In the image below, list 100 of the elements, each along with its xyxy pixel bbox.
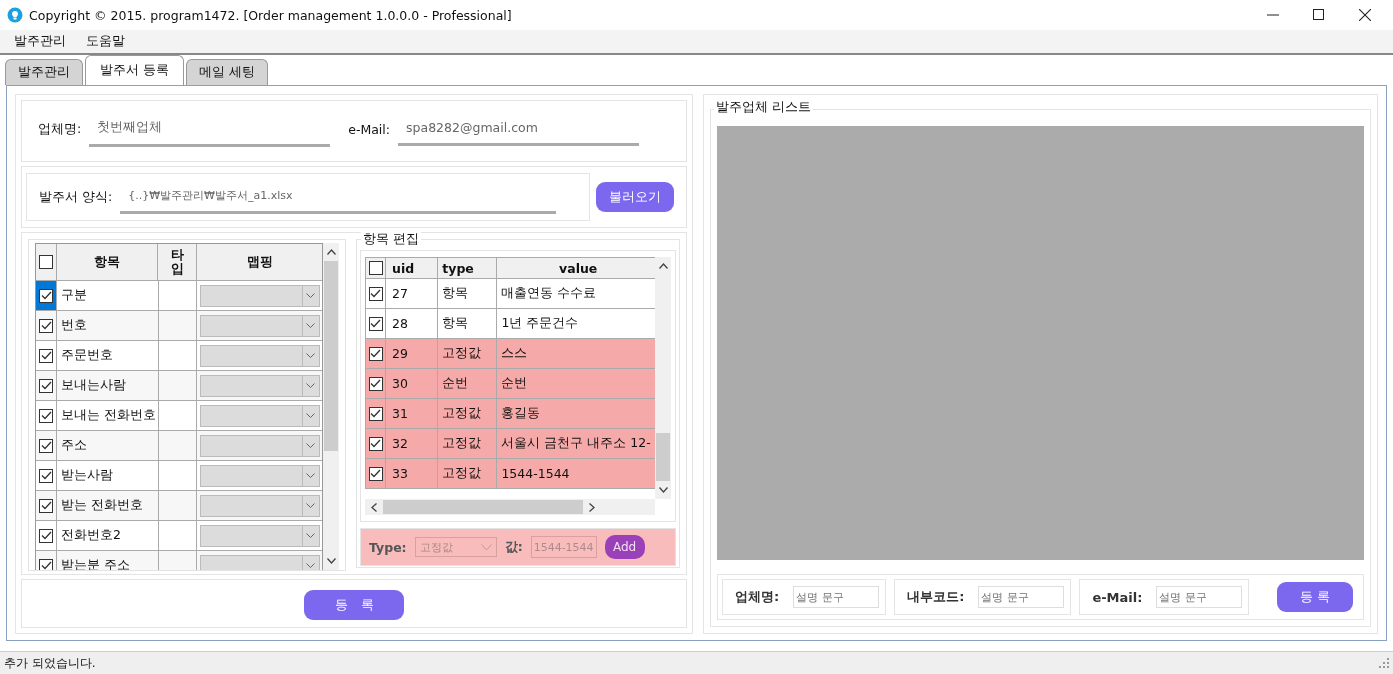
checkbox[interactable] bbox=[39, 318, 53, 333]
checkbox[interactable] bbox=[39, 255, 53, 269]
column-header[interactable]: type bbox=[438, 258, 498, 278]
table-cell: 주문번호 bbox=[57, 341, 159, 370]
table-cell: 고정값 bbox=[438, 339, 498, 368]
status-text: 추가 되었습니다. bbox=[4, 654, 96, 672]
checkbox[interactable] bbox=[368, 316, 383, 331]
checkbox[interactable] bbox=[39, 288, 53, 303]
window-title: Copyright © 2015. program1472. [Order management 1.0.0.0 - Professional] bbox=[29, 7, 512, 23]
table-row[interactable]: 27 항목 매출연동 수수료 bbox=[365, 279, 655, 309]
checkbox[interactable] bbox=[368, 286, 383, 301]
checkbox[interactable] bbox=[39, 528, 53, 543]
maximize-icon bbox=[1313, 9, 1325, 21]
email-field[interactable]: spa8282@gmail.com bbox=[398, 112, 640, 146]
register-button[interactable]: 등 록 bbox=[1277, 582, 1353, 612]
scrollbar[interactable] bbox=[655, 257, 671, 499]
checkbox[interactable] bbox=[39, 558, 53, 570]
column-header[interactable]: 항목 bbox=[57, 244, 159, 280]
table-row[interactable]: 30 순번 순번 bbox=[365, 369, 655, 399]
field-label: 업체명: bbox=[38, 120, 82, 138]
table-cell: 30 bbox=[386, 369, 439, 398]
table-row[interactable]: 32 고정값 서울시 금천구 내주소 12- bbox=[365, 429, 655, 459]
table-cell: 받는분 주소 bbox=[57, 551, 159, 570]
row-selector[interactable] bbox=[36, 461, 57, 490]
row-selector[interactable] bbox=[36, 491, 57, 520]
menu-item[interactable]: 도움말 bbox=[86, 33, 125, 50]
table-cell: 전화번호2 bbox=[57, 521, 159, 550]
caret-icon bbox=[306, 442, 316, 449]
row-selector[interactable] bbox=[36, 371, 57, 400]
table-cell-text: 스스 bbox=[500, 344, 529, 362]
scroll-thumb[interactable] bbox=[656, 433, 670, 481]
checkbox[interactable] bbox=[39, 348, 53, 363]
column-header[interactable]: uid bbox=[386, 258, 439, 278]
field-label: e-Mail: bbox=[1091, 589, 1144, 605]
table-cell-text: 순번 bbox=[500, 374, 529, 392]
row-selector[interactable] bbox=[36, 311, 57, 340]
table-row[interactable]: 33 고정값 1544-1544 bbox=[365, 459, 655, 489]
scroll-thumb[interactable] bbox=[383, 500, 583, 514]
table-cell: 보내는사람 bbox=[57, 371, 159, 400]
field-label: Type: bbox=[369, 539, 407, 555]
column-header[interactable]: 타입 bbox=[158, 244, 197, 280]
table-row[interactable]: 29 고정값 스스 bbox=[365, 339, 655, 369]
register-button[interactable]: 등 록 bbox=[304, 590, 404, 620]
caret-icon bbox=[306, 472, 316, 479]
checkbox[interactable] bbox=[39, 378, 53, 393]
table-cell-text: 1544-1544 bbox=[500, 465, 571, 483]
text-field[interactable]: 설명 문구 bbox=[793, 586, 880, 608]
field-label: 발주서 양식: bbox=[39, 188, 113, 206]
checkbox[interactable] bbox=[39, 438, 53, 453]
table-cell: 항목 bbox=[438, 309, 498, 338]
field-label: 업체명: bbox=[734, 588, 781, 606]
template-path-field[interactable]: {..}₩발주관리₩발주서_a1.xlsx bbox=[120, 180, 557, 214]
checkbox[interactable] bbox=[368, 406, 383, 421]
checkbox[interactable] bbox=[368, 346, 383, 361]
company-field[interactable]: 첫번째업체 bbox=[89, 111, 331, 147]
tab[interactable]: 발주관리 bbox=[5, 59, 83, 85]
scroll-down-icon bbox=[326, 558, 336, 564]
row-selector[interactable] bbox=[36, 401, 57, 430]
menu-item[interactable]: 발주관리 bbox=[14, 33, 66, 50]
checkbox[interactable] bbox=[368, 376, 383, 391]
checkbox[interactable] bbox=[368, 261, 383, 275]
checkbox[interactable] bbox=[39, 408, 53, 423]
checkbox[interactable] bbox=[39, 498, 53, 513]
column-header[interactable]: value bbox=[497, 258, 655, 278]
column-header[interactable]: 맵핑 bbox=[196, 244, 323, 280]
text-field[interactable]: 설명 문구 bbox=[1156, 586, 1243, 608]
scrollbar[interactable] bbox=[365, 499, 655, 515]
caret-icon bbox=[480, 543, 492, 551]
table-cell-text: 홍길동 bbox=[500, 404, 542, 422]
checkbox[interactable] bbox=[368, 466, 383, 481]
table-cell-text: 매출연동 수수료 bbox=[500, 284, 598, 302]
checkbox[interactable] bbox=[39, 468, 53, 483]
table-cell: 보내는 전화번호 bbox=[57, 401, 159, 430]
table-cell: 항목 bbox=[438, 279, 498, 308]
tab[interactable]: 메일 세팅 bbox=[186, 59, 268, 85]
field-label: 값: bbox=[504, 538, 523, 556]
row-selector[interactable] bbox=[36, 281, 57, 310]
load-button[interactable]: 불러오기 bbox=[596, 182, 674, 212]
caret-icon bbox=[306, 352, 316, 359]
text-field[interactable]: 설명 문구 bbox=[978, 586, 1065, 608]
close-icon bbox=[1359, 9, 1371, 21]
table-cell: 고정값 bbox=[438, 429, 498, 458]
scroll-right-icon bbox=[589, 502, 595, 512]
tab[interactable]: 발주서 등록 bbox=[85, 55, 184, 85]
scrollbar[interactable] bbox=[323, 243, 339, 570]
row-selector[interactable] bbox=[36, 341, 57, 370]
caret-icon bbox=[306, 562, 316, 569]
row-selector[interactable] bbox=[36, 431, 57, 460]
table-cell-text: 서울시 금천구 내주소 12- bbox=[500, 434, 652, 452]
table-cell: 구분 bbox=[57, 281, 159, 310]
caret-icon bbox=[306, 502, 316, 509]
caret-icon bbox=[306, 382, 316, 389]
scroll-thumb[interactable] bbox=[324, 261, 339, 451]
row-selector[interactable] bbox=[36, 521, 57, 550]
table-row[interactable]: 31 고정값 홍길동 bbox=[365, 399, 655, 429]
field-label: 내부코드: bbox=[906, 588, 966, 606]
scroll-up-icon bbox=[326, 249, 336, 255]
checkbox[interactable] bbox=[368, 436, 383, 451]
caret-icon bbox=[306, 412, 316, 419]
add-button[interactable]: Add bbox=[604, 535, 645, 559]
